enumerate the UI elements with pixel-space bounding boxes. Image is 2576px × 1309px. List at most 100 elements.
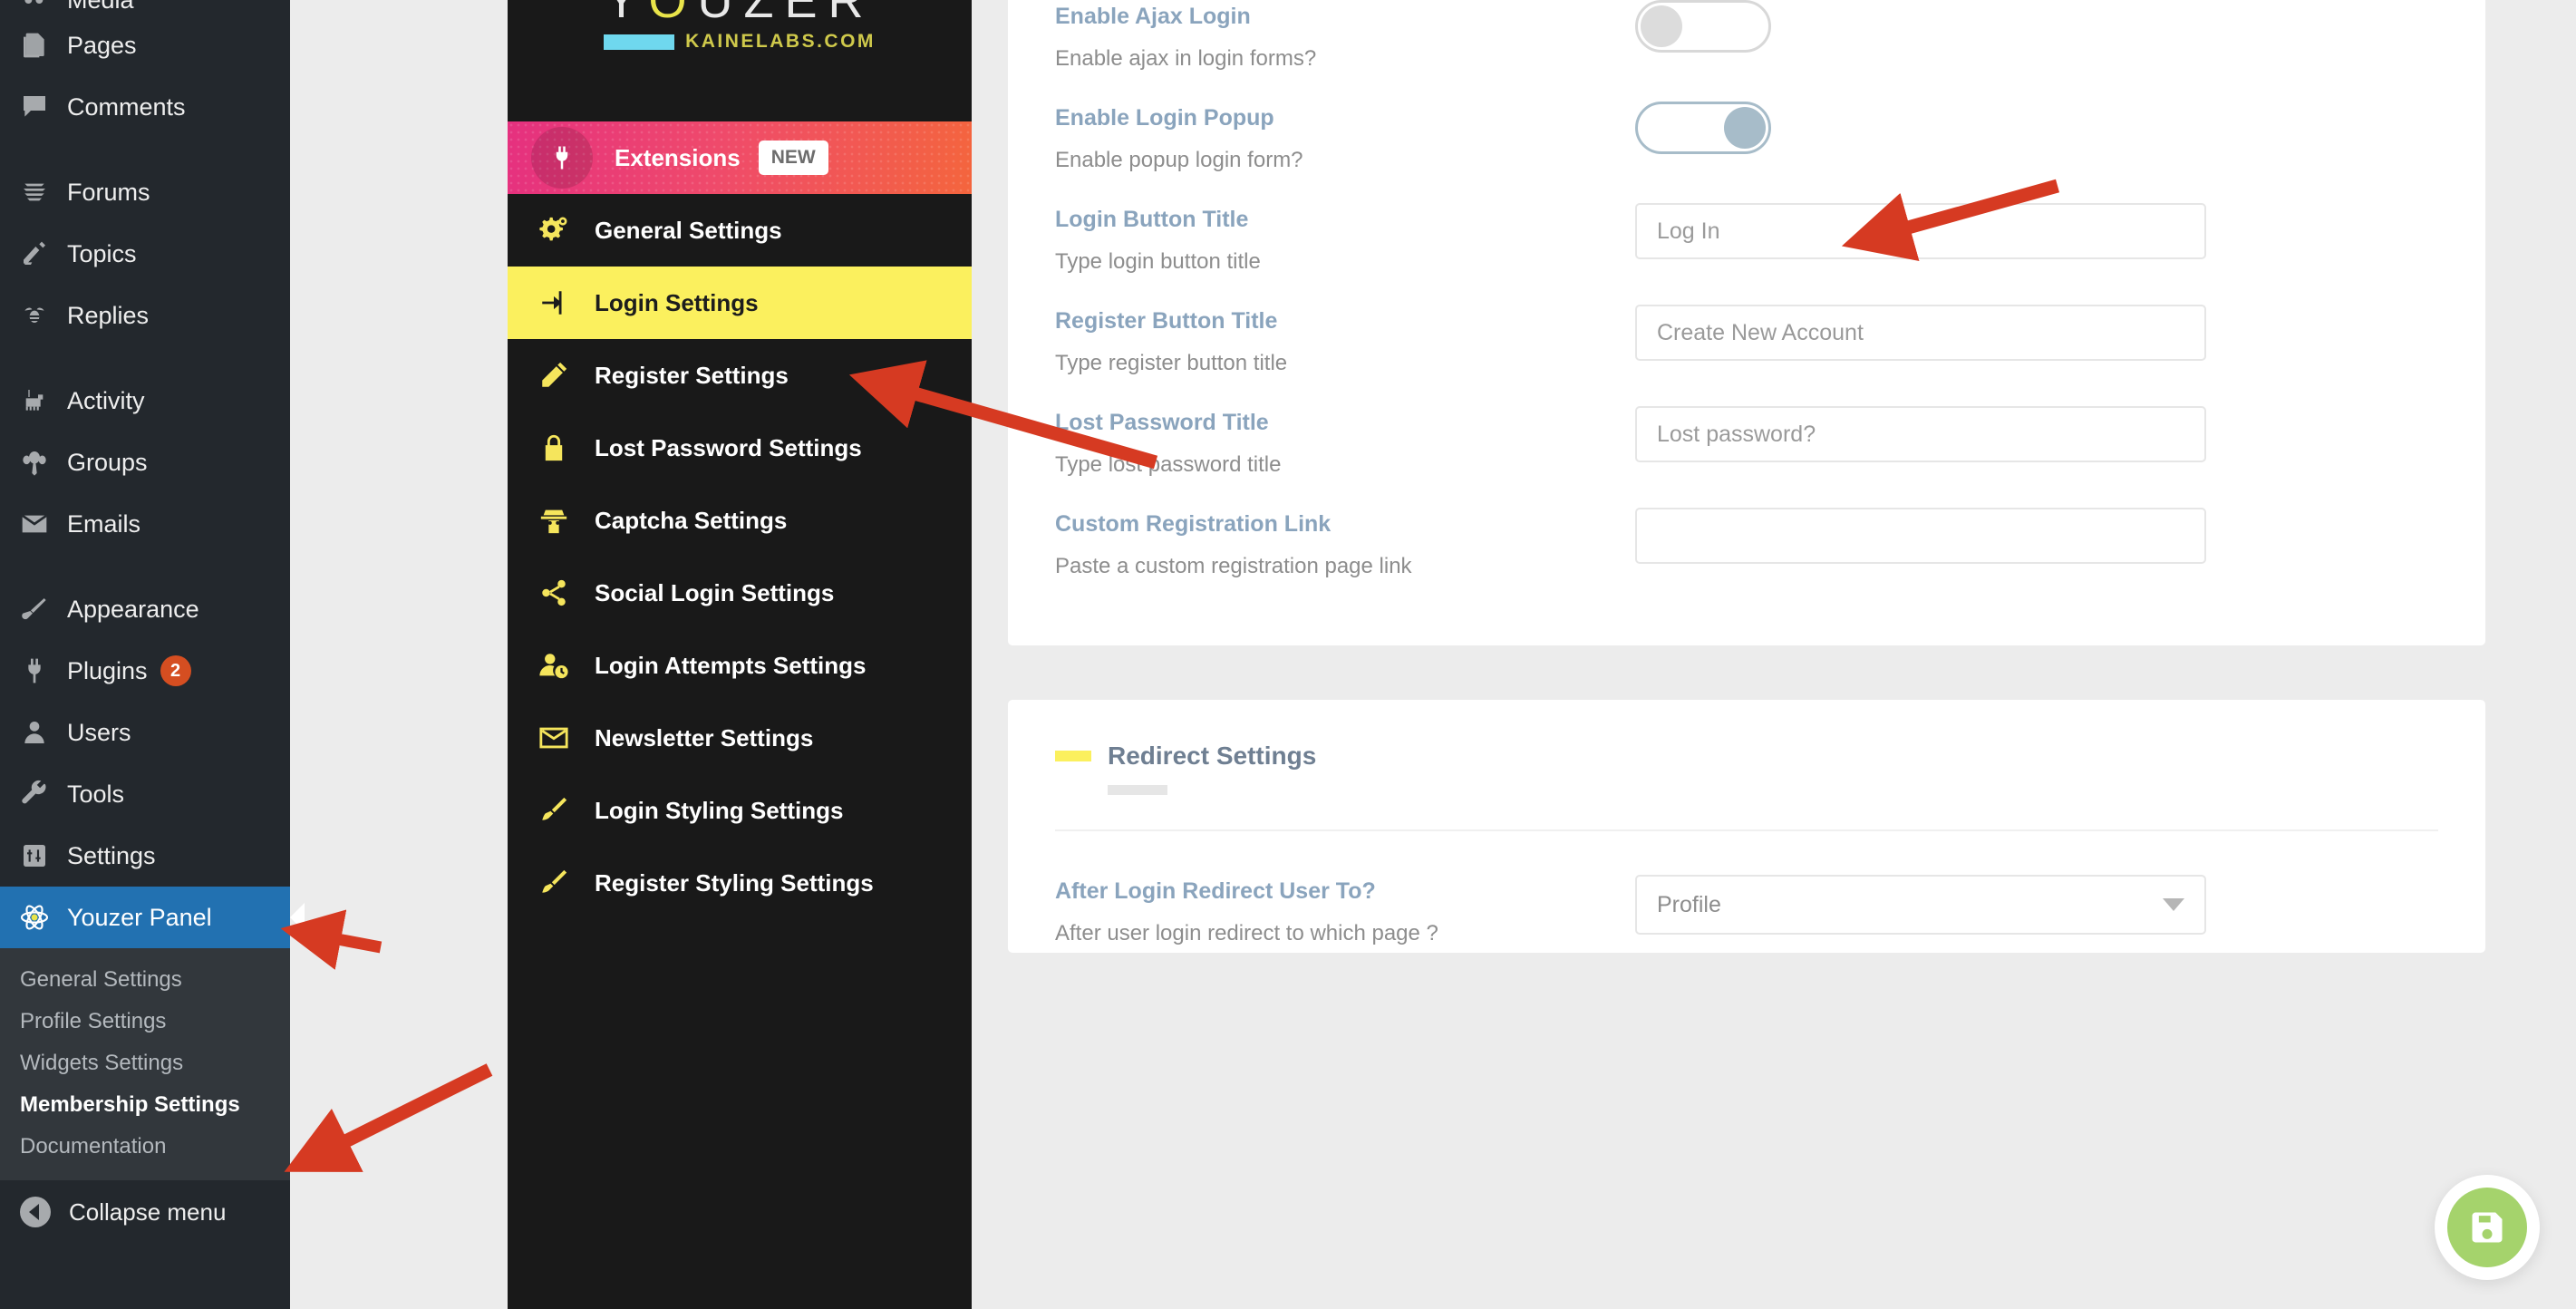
sidebar-item-label: Tools: [67, 780, 125, 808]
sidebar-item-activity[interactable]: Activity: [0, 370, 290, 431]
setting-label-group: Enable Login Popup Enable popup login for…: [1055, 102, 1635, 173]
enable-ajax-login-toggle[interactable]: [1635, 0, 1771, 53]
setting-label-group: After Login Redirect User To? After user …: [1055, 875, 1635, 946]
setting-description: After user login redirect to which page …: [1055, 921, 1438, 945]
setting-label-group: Register Button Title Type register butto…: [1055, 305, 1635, 376]
custom-registration-link-input[interactable]: [1635, 508, 2206, 564]
collapse-menu-button[interactable]: Collapse menu: [0, 1180, 290, 1244]
layout-gap: [290, 0, 508, 1309]
sidebar-item-media[interactable]: Media: [0, 0, 290, 15]
after-login-redirect-user-to-select[interactable]: Profile: [1635, 875, 2206, 935]
setting-row-register-button-title: Register Button Title Type register butto…: [1008, 305, 2485, 383]
new-badge: NEW: [758, 141, 828, 175]
sidebar-separator: [0, 555, 290, 578]
sidebar-item-comments[interactable]: Comments: [0, 76, 290, 138]
enable-login-popup-toggle[interactable]: [1635, 102, 1771, 154]
sidebar-item-label: Emails: [67, 509, 141, 538]
menu-item-label: Login Styling Settings: [595, 796, 844, 824]
sidebar-item-groups[interactable]: Groups: [0, 431, 290, 493]
login-styling-settings-menu-item[interactable]: Login Styling Settings: [508, 774, 972, 847]
sidebar-item-label: Media: [67, 0, 134, 14]
envelope-icon: [538, 722, 595, 753]
lost-password-title-input[interactable]: Lost password?: [1635, 406, 2206, 462]
media-icon: [20, 0, 67, 15]
register-settings-menu-item[interactable]: Register Settings: [508, 339, 972, 412]
input-value: Log In: [1657, 218, 1720, 244]
redirect-settings-card: Redirect Settings After Login Redirect U…: [1008, 700, 2485, 953]
submenu-item-documentation[interactable]: Documentation: [0, 1126, 290, 1168]
youzer-logo-bar: [604, 34, 675, 50]
login-settings-menu-item[interactable]: Login Settings: [508, 267, 972, 339]
section-underline: [1108, 785, 1167, 795]
collapse-menu-label: Collapse menu: [69, 1197, 227, 1226]
sidebar-item-replies[interactable]: Replies: [0, 285, 290, 346]
lost-password-settings-menu-item[interactable]: Lost Password Settings: [508, 412, 972, 484]
sidebar-item-tools[interactable]: Tools: [0, 763, 290, 825]
extensions-menu-item[interactable]: Extensions NEW: [508, 121, 972, 194]
select-value: Profile: [1657, 891, 1721, 917]
setting-title: Enable Ajax Login: [1055, 4, 1251, 29]
sidebar-item-label: Topics: [67, 239, 137, 267]
plugins-icon: [20, 656, 67, 685]
forums-icon: [20, 178, 67, 207]
sidebar-separator: [0, 346, 290, 370]
sidebar-item-appearance[interactable]: Appearance: [0, 578, 290, 640]
sidebar-item-label: Activity: [67, 386, 145, 414]
setting-title: Lost Password Title: [1055, 410, 1269, 435]
sidebar-item-pages[interactable]: Pages: [0, 15, 290, 76]
register-button-title-input[interactable]: Create New Account: [1635, 305, 2206, 361]
general-settings-menu-item[interactable]: General Settings: [508, 194, 972, 267]
sidebar-item-forums[interactable]: Forums: [0, 161, 290, 223]
menu-item-label: Newsletter Settings: [595, 723, 814, 751]
register-styling-settings-menu-item[interactable]: Register Styling Settings: [508, 847, 972, 919]
chevron-down-icon: [2163, 898, 2184, 911]
setting-row-custom-registration-link: Custom Registration Link Paste a custom r…: [1008, 508, 2485, 586]
setting-title: Enable Login Popup: [1055, 105, 1274, 131]
setting-description: Enable popup login form?: [1055, 148, 1303, 172]
wordpress-admin-sidebar: Media Pages Comments Forums Topics Replies Act…: [0, 0, 290, 1309]
toggle-knob: [1641, 5, 1682, 47]
setting-row-lost-password-title: Lost Password Title Type lost password ti…: [1008, 406, 2485, 484]
setting-description: Type lost password title: [1055, 452, 1282, 477]
redirect-section-title: Redirect Settings: [1108, 742, 1317, 770]
login-attempts-settings-menu-item[interactable]: Login Attempts Settings: [508, 629, 972, 702]
submenu-item-widgets-settings[interactable]: Widgets Settings: [0, 1042, 290, 1084]
plugins-update-badge: 2: [160, 655, 191, 686]
captcha-settings-menu-item[interactable]: Captcha Settings: [508, 484, 972, 557]
youzer-settings-menu: YOUZER KAINELABS.COM Extensions NEW Gene…: [508, 0, 972, 1309]
emails-icon: [20, 509, 67, 538]
sidebar-item-label: Forums: [67, 178, 150, 206]
setting-control: [1635, 102, 2438, 154]
lock-icon: [538, 432, 595, 463]
social-login-settings-menu-item[interactable]: Social Login Settings: [508, 557, 972, 629]
pages-icon: [20, 31, 67, 60]
menu-item-label: Register Settings: [595, 361, 789, 389]
topics-icon: [20, 239, 67, 268]
sidebar-separator: [0, 138, 290, 161]
input-value: Lost password?: [1657, 421, 1816, 447]
section-dash-icon: [1055, 751, 1091, 761]
extensions-label: Extensions: [615, 143, 741, 171]
sidebar-item-emails[interactable]: Emails: [0, 493, 290, 555]
gears-icon: [538, 215, 595, 246]
setting-row-enable-ajax-login: Enable Ajax Login Enable ajax in login fo…: [1008, 0, 2485, 78]
setting-control: Profile: [1635, 875, 2438, 935]
sidebar-item-label: Comments: [67, 92, 186, 121]
save-button[interactable]: [2435, 1175, 2540, 1280]
submenu-item-membership-settings[interactable]: Membership Settings: [0, 1084, 290, 1126]
sidebar-item-settings[interactable]: Settings: [0, 825, 290, 887]
setting-title: Register Button Title: [1055, 308, 1278, 334]
menu-item-label: Captcha Settings: [595, 506, 788, 534]
submenu-item-profile-settings[interactable]: Profile Settings: [0, 1001, 290, 1042]
sidebar-item-topics[interactable]: Topics: [0, 223, 290, 285]
sidebar-item-label: Pages: [67, 31, 137, 59]
settings-icon: [20, 841, 67, 870]
newsletter-settings-menu-item[interactable]: Newsletter Settings: [508, 702, 972, 774]
login-settings-card: Enable Ajax Login Enable ajax in login fo…: [1008, 0, 2485, 645]
sidebar-item-users[interactable]: Users: [0, 702, 290, 763]
sidebar-item-plugins[interactable]: Plugins 2: [0, 640, 290, 702]
login-button-title-input[interactable]: Log In: [1635, 203, 2206, 259]
groups-icon: [20, 448, 67, 477]
youzer-panel-sidebar-item[interactable]: Youzer Panel: [0, 887, 290, 948]
submenu-item-general-settings[interactable]: General Settings: [0, 959, 290, 1001]
